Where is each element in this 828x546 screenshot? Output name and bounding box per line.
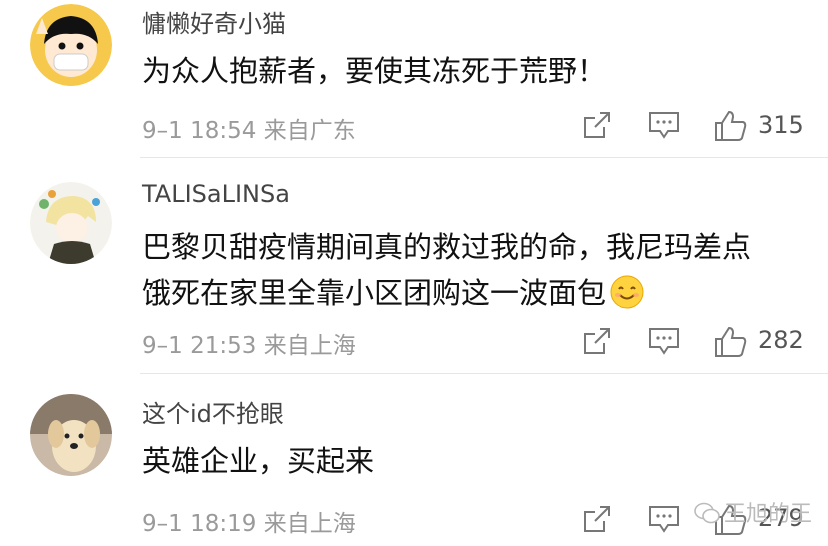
comment-text: 英雄企业，买起来	[142, 438, 374, 484]
watermark: 王旭的王	[694, 496, 812, 528]
anime-character-avatar-icon[interactable]	[30, 182, 112, 264]
comment-username[interactable]: 这个id不抢眼	[142, 394, 284, 429]
comment-location: 来自广东	[263, 118, 356, 144]
smiling-face-emoji-icon	[610, 275, 644, 309]
share-icon[interactable]	[582, 326, 612, 356]
share-icon[interactable]	[582, 504, 612, 534]
comment-bubble-icon[interactable]	[648, 326, 680, 356]
comment-text-line: 为众人抱薪者，要使其冻死于荒野！	[142, 54, 607, 88]
comment-text-line: 巴黎贝甜疫情期间真的救过我的命，我尼玛差点	[142, 230, 752, 264]
comment-bubble-icon[interactable]	[648, 504, 680, 534]
comment-item: TALISaLINSa 巴黎贝甜疫情期间真的救过我的命，我尼玛差点 饿死在家里全…	[0, 158, 828, 374]
share-icon[interactable]	[582, 110, 612, 140]
comment-bubble-icon[interactable]	[648, 110, 680, 140]
like-count: 282	[758, 326, 804, 354]
comment-text-line: 英雄企业，买起来	[142, 444, 375, 478]
comment-time: 9–1 21:53	[142, 333, 257, 359]
comment-location: 来自上海	[263, 333, 356, 359]
comment-location: 来自上海	[263, 511, 356, 537]
comment-text-line: 饿死在家里全靠小区团购这一波面包	[142, 276, 607, 310]
comment-username[interactable]: 慵懒好奇小猫	[142, 4, 286, 39]
comment-time: 9–1 18:54	[142, 118, 257, 144]
thumbs-up-icon[interactable]	[714, 110, 748, 142]
cartoon-boy-avatar-icon[interactable]	[30, 4, 112, 86]
comment-meta: 9–1 18:19 来自上海	[142, 504, 356, 538]
comment-meta: 9–1 21:53 来自上海	[142, 326, 356, 360]
comment-meta: 9–1 18:54 来自广东	[142, 111, 356, 145]
like-count: 315	[758, 111, 804, 139]
comment-text-line-with-emoji: 饿死在家里全靠小区团购这一波面包	[142, 270, 751, 316]
wechat-icon	[694, 502, 720, 524]
comment-text: 巴黎贝甜疫情期间真的救过我的命，我尼玛差点 饿死在家里全靠小区团购这一波面包	[142, 224, 751, 316]
comment-time: 9–1 18:19	[142, 511, 257, 537]
comment-text: 为众人抱薪者，要使其冻死于荒野！	[142, 48, 606, 94]
watermark-text: 王旭的王	[724, 502, 813, 527]
comment-username[interactable]: TALISaLINSa	[142, 180, 290, 208]
thumbs-up-icon[interactable]	[714, 326, 748, 358]
puppy-avatar-icon[interactable]	[30, 394, 112, 476]
comment-item: 慵懒好奇小猫 为众人抱薪者，要使其冻死于荒野！ 9–1 18:54 来自广东 3…	[0, 0, 828, 158]
